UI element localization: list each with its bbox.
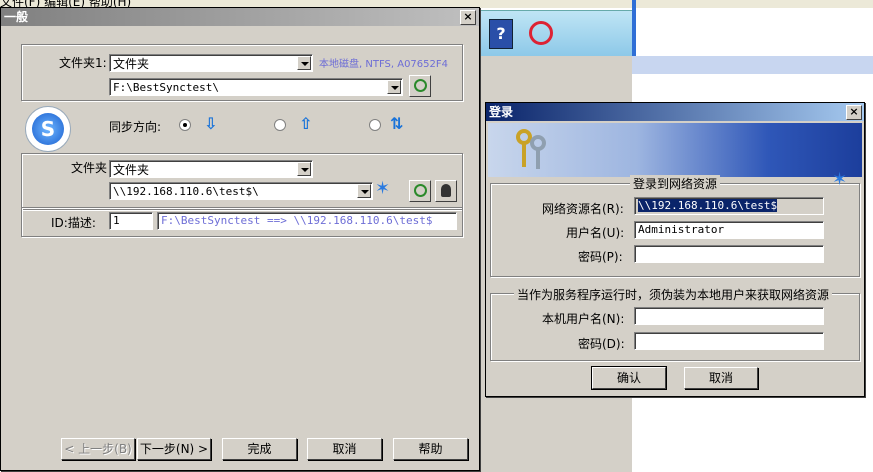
folder2-label: 文件夹 bbox=[71, 161, 108, 175]
local-password-field[interactable] bbox=[634, 332, 824, 350]
resource-name-label: 网络资源名(R): bbox=[542, 202, 624, 216]
background-toolbar: ? bbox=[480, 10, 634, 58]
cancel-button[interactable]: 取消 bbox=[307, 438, 382, 460]
search-icon bbox=[414, 184, 427, 197]
login-user-button[interactable] bbox=[435, 180, 457, 202]
help-button[interactable]: 帮助 bbox=[393, 438, 468, 460]
browse-folder1-button[interactable] bbox=[409, 75, 431, 97]
background-header-band bbox=[632, 56, 873, 74]
password-label: 密码(P): bbox=[578, 250, 623, 264]
general-dialog: 一般 × 文件夹1: 文件夹 本地磁盘, NTFS, A07652F4 F:\B… bbox=[0, 7, 480, 471]
description-input[interactable]: F:\BestSynctest ==> \\192.168.110.6\test… bbox=[157, 212, 457, 230]
id-value: 1 bbox=[113, 214, 120, 227]
chevron-down-icon[interactable] bbox=[297, 162, 311, 176]
folder2-path-select[interactable]: \\192.168.110.6\test$\ bbox=[109, 182, 373, 200]
finish-button[interactable]: 完成 bbox=[222, 438, 297, 460]
ok-button[interactable]: 确认 bbox=[591, 366, 667, 390]
arrow-both-icon: ⇅ bbox=[390, 114, 404, 133]
no-entry-icon[interactable] bbox=[529, 21, 553, 45]
close-icon[interactable]: × bbox=[460, 10, 476, 25]
network-login-group-title: 登录到网络资源 bbox=[630, 175, 721, 192]
back-button[interactable]: < 上一步(B) bbox=[61, 438, 135, 460]
star-icon[interactable]: ✶ bbox=[375, 178, 390, 199]
description-value: F:\BestSynctest ==> \\192.168.110.6\test… bbox=[161, 214, 433, 227]
disk-info-text: 本地磁盘, NTFS, A07652F4 bbox=[319, 59, 448, 70]
arrow-up-icon: ⇧ bbox=[299, 114, 313, 133]
keys-icon bbox=[516, 129, 546, 169]
username-label: 用户名(U): bbox=[566, 226, 625, 240]
folder2-type-select[interactable]: 文件夹 bbox=[109, 160, 313, 178]
login-banner bbox=[488, 123, 862, 177]
browse-folder2-button[interactable] bbox=[409, 180, 431, 202]
username-value: Administrator bbox=[638, 223, 725, 236]
local-password-label: 密码(D): bbox=[578, 337, 625, 351]
password-field[interactable] bbox=[634, 245, 824, 263]
folder1-type-select[interactable]: 文件夹 bbox=[109, 54, 313, 72]
chevron-down-icon[interactable] bbox=[387, 80, 401, 94]
service-impersonation-group-title: 当作为服务程序运行时，须伪装为本地用户来获取网络资源 bbox=[514, 286, 833, 303]
login-dialog-titlebar[interactable]: 登录 × bbox=[486, 103, 864, 121]
local-username-label: 本机用户名(N): bbox=[542, 312, 625, 326]
star-icon: ✶ bbox=[832, 169, 848, 190]
search-icon bbox=[414, 79, 427, 92]
service-impersonation-group bbox=[490, 293, 860, 361]
resource-name-value: \\192.168.110.6\test$ bbox=[638, 199, 778, 212]
id-description-label: ID:描述: bbox=[51, 216, 96, 230]
close-icon[interactable]: × bbox=[846, 105, 862, 120]
chevron-down-icon[interactable] bbox=[357, 184, 371, 198]
direction-up-radio[interactable] bbox=[274, 119, 286, 131]
login-cancel-button[interactable]: 取消 bbox=[684, 367, 758, 389]
folder2-type-value: 文件夹 bbox=[113, 163, 150, 177]
folder1-path-select[interactable]: F:\BestSynctest\ bbox=[109, 78, 403, 96]
sync-direction-label: 同步方向: bbox=[109, 120, 162, 134]
folder2-path-value: \\192.168.110.6\test$\ bbox=[113, 185, 259, 198]
resource-name-field[interactable]: \\192.168.110.6\test$ bbox=[634, 197, 824, 215]
username-field[interactable]: Administrator bbox=[634, 221, 824, 239]
user-icon bbox=[441, 184, 451, 197]
direction-down-radio[interactable] bbox=[179, 119, 191, 131]
folder1-label: 文件夹1: bbox=[59, 56, 107, 70]
chevron-down-icon[interactable] bbox=[297, 56, 311, 70]
id-input[interactable]: 1 bbox=[109, 212, 153, 230]
help-book-icon[interactable]: ? bbox=[489, 19, 513, 49]
general-dialog-title: 一般 bbox=[4, 10, 29, 24]
login-dialog-title: 登录 bbox=[489, 105, 514, 119]
local-username-field[interactable] bbox=[634, 307, 824, 325]
next-button[interactable]: 下一步(N) > bbox=[137, 438, 211, 460]
arrow-down-icon: ⇩ bbox=[204, 114, 218, 133]
login-dialog: 登录 × 登录到网络资源 ✶ 网络资源名(R): \\192.168.110.6… bbox=[485, 102, 865, 397]
folder1-path-value: F:\BestSynctest\ bbox=[113, 81, 219, 94]
direction-both-radio[interactable] bbox=[369, 119, 381, 131]
folder1-type-value: 文件夹 bbox=[113, 57, 150, 71]
general-dialog-titlebar[interactable]: 一般 × bbox=[1, 8, 479, 26]
sync-logo-icon: S bbox=[25, 106, 71, 152]
